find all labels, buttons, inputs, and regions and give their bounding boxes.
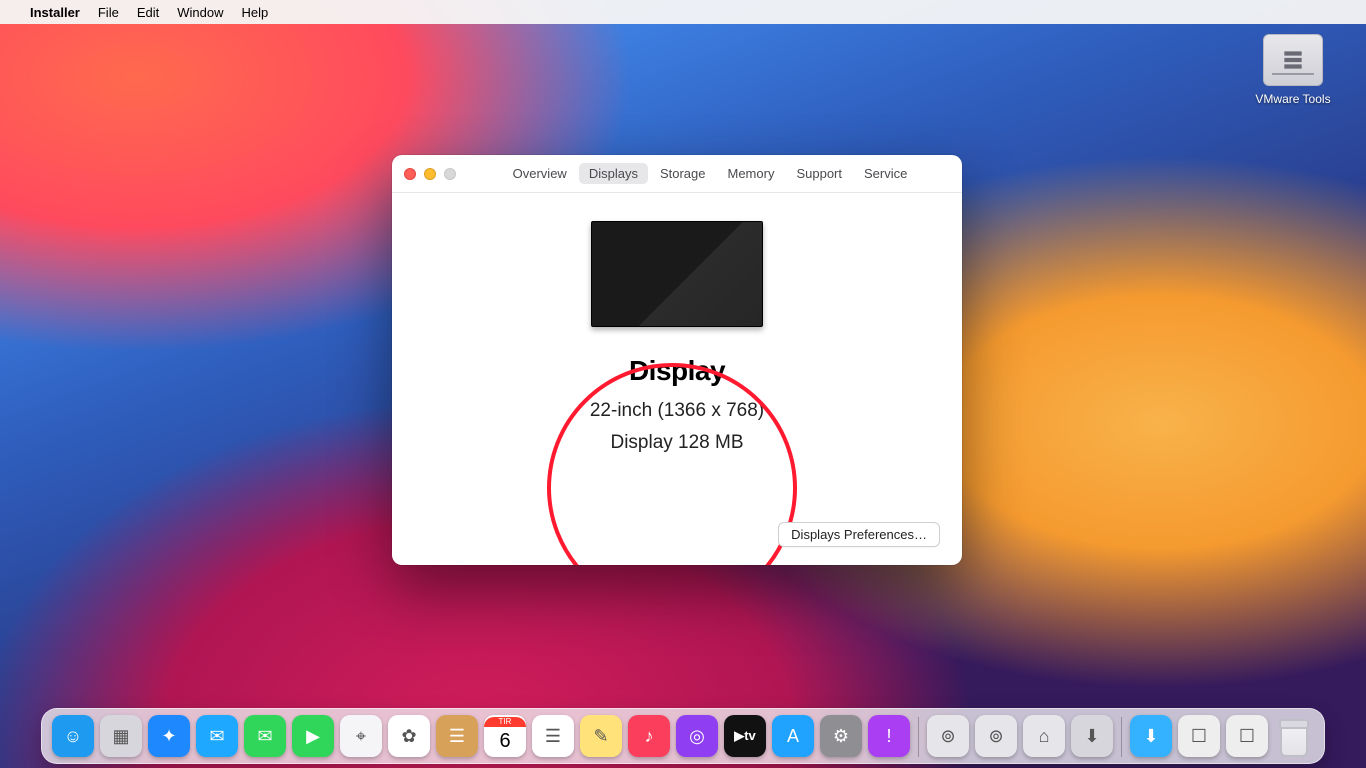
tab-memory[interactable]: Memory	[718, 163, 785, 184]
dock-app-feedback[interactable]: !	[868, 715, 910, 757]
dock-app-messages[interactable]: ✉	[244, 715, 286, 757]
display-thumbnail-icon	[591, 221, 763, 327]
disk-icon	[1263, 34, 1323, 86]
notes-icon: ✎	[593, 726, 608, 747]
window-titlebar[interactable]: Overview Displays Storage Memory Support…	[392, 155, 962, 193]
menubar: Installer File Edit Window Help	[0, 0, 1366, 24]
podcasts-icon: ◎	[689, 726, 705, 747]
minimize-button[interactable]	[424, 168, 436, 180]
dock-app-downloads-stack[interactable]: ⬇	[1071, 715, 1113, 757]
dock-app-safari[interactable]: ✦	[148, 715, 190, 757]
menubar-item-file[interactable]: File	[98, 5, 119, 20]
dock-app-calendar[interactable]: TIR6	[484, 715, 526, 757]
photos-icon: ✿	[401, 726, 416, 747]
display-title: Display	[392, 347, 962, 395]
disk-utility-icon: ⌂	[1039, 726, 1050, 747]
calendar-weekday: TIR	[484, 717, 526, 727]
tab-support[interactable]: Support	[786, 163, 852, 184]
dock-app-doc-preview-1[interactable]: ☐	[1178, 715, 1220, 757]
macos-installer-2-icon: ⊚	[988, 726, 1003, 747]
desktop-volume-vmware-tools[interactable]: VMware Tools	[1248, 34, 1338, 106]
calendar-day: 6	[499, 727, 510, 755]
dock-app-launchpad[interactable]: ▦	[100, 715, 142, 757]
feedback-icon: !	[886, 726, 891, 747]
menubar-item-window[interactable]: Window	[177, 5, 223, 20]
dock-app-contacts[interactable]: ☰	[436, 715, 478, 757]
dock-app-finder[interactable]: ☺	[52, 715, 94, 757]
zoom-button[interactable]	[444, 168, 456, 180]
doc-preview-1-icon: ☐	[1191, 726, 1207, 747]
about-this-mac-window: Overview Displays Storage Memory Support…	[392, 155, 962, 565]
messages-icon: ✉	[257, 726, 272, 747]
tab-service[interactable]: Service	[854, 163, 917, 184]
doc-preview-2-icon: ☐	[1239, 726, 1255, 747]
dock-app-doc-preview-2[interactable]: ☐	[1226, 715, 1268, 757]
dock-app-folder-downloads[interactable]: ⬇	[1130, 715, 1172, 757]
about-tabs: Overview Displays Storage Memory Support…	[470, 163, 950, 184]
music-icon: ♪	[645, 726, 654, 747]
reminders-icon: ☰	[545, 726, 561, 747]
safari-icon: ✦	[161, 726, 176, 747]
tab-overview[interactable]: Overview	[503, 163, 577, 184]
dock-app-mail[interactable]: ✉	[196, 715, 238, 757]
contacts-icon: ☰	[449, 726, 465, 747]
dock-app-photos[interactable]: ✿	[388, 715, 430, 757]
dock-app-macos-installer-2[interactable]: ⊚	[975, 715, 1017, 757]
dock-app-app-store[interactable]: A	[772, 715, 814, 757]
dock-app-disk-utility[interactable]: ⌂	[1023, 715, 1065, 757]
trash-icon	[1280, 723, 1308, 757]
facetime-icon: ▶	[306, 726, 320, 747]
dock-separator	[918, 717, 919, 757]
menubar-item-help[interactable]: Help	[241, 5, 268, 20]
dock-trash[interactable]	[1274, 715, 1314, 757]
display-size-line: 22-inch (1366 x 768)	[392, 395, 962, 427]
dock-app-music[interactable]: ♪	[628, 715, 670, 757]
display-gpu-line: Display 128 MB	[392, 427, 962, 459]
dock-app-reminders[interactable]: ☰	[532, 715, 574, 757]
system-prefs-icon: ⚙	[833, 726, 849, 747]
app-store-icon: A	[787, 726, 799, 747]
dock: ☺ ▦ ✦ ✉ ✉ ▶ ⌖ ✿ ☰ TIR6 ☰ ✎ ♪ ◎ ▶tv A ⚙! ⊚ ⊚ ⌂ ⬇ ⬇ ☐ ☐	[41, 708, 1325, 764]
menubar-app-name[interactable]: Installer	[30, 5, 80, 20]
finder-icon: ☺	[64, 726, 82, 747]
mail-icon: ✉	[209, 726, 224, 747]
menubar-item-edit[interactable]: Edit	[137, 5, 159, 20]
window-traffic-lights	[404, 168, 456, 180]
dock-app-facetime[interactable]: ▶	[292, 715, 334, 757]
dock-app-maps[interactable]: ⌖	[340, 715, 382, 757]
dock-app-tv[interactable]: ▶tv	[724, 715, 766, 757]
tab-storage[interactable]: Storage	[650, 163, 716, 184]
about-content: Display 22-inch (1366 x 768) Display 128…	[392, 193, 962, 565]
dock-app-macos-installer-1[interactable]: ⊚	[927, 715, 969, 757]
tv-icon: ▶tv	[734, 728, 756, 744]
maps-icon: ⌖	[356, 726, 366, 747]
macos-installer-1-icon: ⊚	[940, 726, 955, 747]
displays-preferences-button[interactable]: Displays Preferences…	[778, 522, 940, 547]
dock-app-system-prefs[interactable]: ⚙	[820, 715, 862, 757]
folder-downloads-icon: ⬇	[1143, 726, 1158, 747]
dock-app-notes[interactable]: ✎	[580, 715, 622, 757]
desktop-volume-label: VMware Tools	[1248, 92, 1338, 106]
downloads-stack-icon: ⬇	[1084, 726, 1099, 747]
dock-separator	[1121, 717, 1122, 757]
dock-app-podcasts[interactable]: ◎	[676, 715, 718, 757]
tab-displays[interactable]: Displays	[579, 163, 648, 184]
close-button[interactable]	[404, 168, 416, 180]
launchpad-icon: ▦	[112, 726, 129, 747]
